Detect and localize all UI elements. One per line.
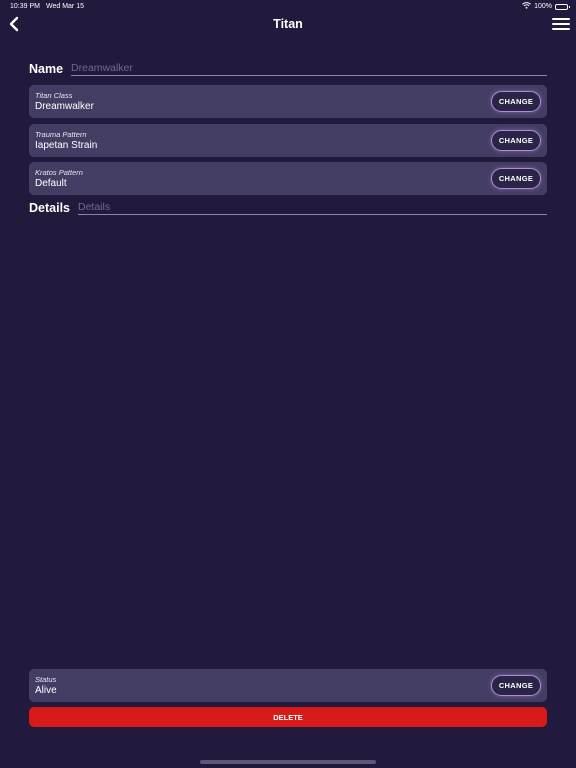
details-field-row: Details bbox=[29, 201, 547, 215]
hamburger-menu-icon bbox=[552, 18, 570, 30]
trauma-pattern-caption: Trauma Pattern bbox=[35, 130, 87, 139]
kratos-pattern-card: Kratos Pattern Default CHANGE bbox=[29, 162, 547, 195]
status-caption: Status bbox=[35, 675, 57, 684]
titan-class-value: Dreamwalker bbox=[35, 101, 94, 112]
change-status-button[interactable]: CHANGE bbox=[491, 675, 541, 696]
status-right: 100% bbox=[522, 2, 570, 11]
kratos-pattern-value: Default bbox=[35, 178, 67, 189]
nav-bar: Titan bbox=[0, 14, 576, 38]
trauma-pattern-value: Iapetan Strain bbox=[35, 140, 98, 151]
titan-class-caption: Titan Class bbox=[35, 91, 73, 100]
details-input[interactable] bbox=[78, 201, 547, 215]
status-value: Alive bbox=[35, 685, 57, 696]
delete-button[interactable]: DELETE bbox=[29, 707, 547, 727]
battery-percent: 100% bbox=[534, 3, 552, 10]
status-bar: 10:39 PM Wed Mar 15 100% bbox=[0, 0, 576, 14]
trauma-pattern-card: Trauma Pattern Iapetan Strain CHANGE bbox=[29, 124, 547, 157]
details-label: Details bbox=[29, 201, 70, 215]
name-label: Name bbox=[29, 62, 64, 76]
change-kratos-pattern-button[interactable]: CHANGE bbox=[491, 168, 541, 189]
status-card: Status Alive CHANGE bbox=[29, 669, 547, 702]
status-date: Wed Mar 15 bbox=[46, 3, 84, 10]
wifi-icon bbox=[522, 2, 531, 11]
home-indicator[interactable] bbox=[200, 760, 376, 764]
kratos-pattern-caption: Kratos Pattern bbox=[35, 168, 83, 177]
titan-class-card: Titan Class Dreamwalker CHANGE bbox=[29, 85, 547, 118]
battery-icon bbox=[555, 3, 570, 10]
menu-button[interactable] bbox=[552, 17, 570, 33]
status-time: 10:39 PM bbox=[10, 3, 40, 10]
name-field-row: Name bbox=[29, 62, 547, 76]
change-trauma-pattern-button[interactable]: CHANGE bbox=[491, 130, 541, 151]
name-input[interactable] bbox=[71, 62, 547, 76]
page-title: Titan bbox=[273, 17, 303, 31]
change-titan-class-button[interactable]: CHANGE bbox=[491, 91, 541, 112]
